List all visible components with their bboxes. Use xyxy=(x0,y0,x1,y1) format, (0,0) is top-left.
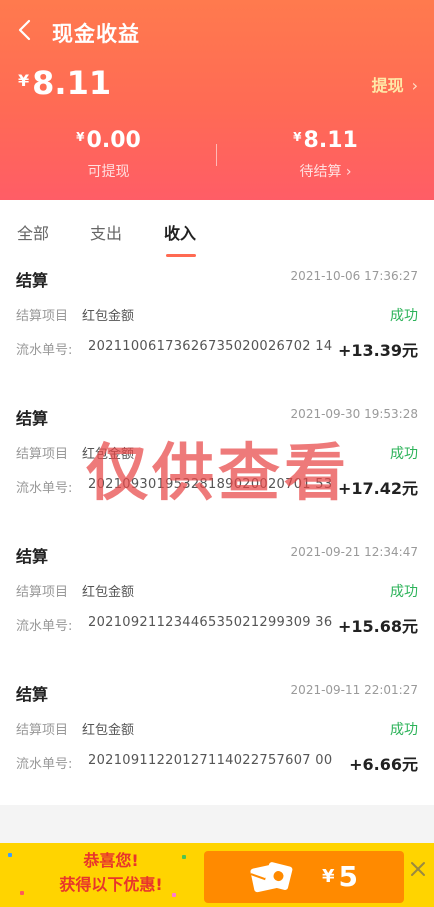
promo-line1: 恭喜您! xyxy=(83,851,139,870)
chevron-right-icon: › xyxy=(341,164,352,180)
record-title: 结算 xyxy=(16,271,49,290)
record-serial: 20210921123446535021299309 36 xyxy=(88,615,333,630)
available-balance: ¥0.00 可提现 xyxy=(0,128,217,181)
promo-line2: 获得以下优惠! xyxy=(59,875,163,894)
withdraw-link[interactable]: 提现 › xyxy=(372,72,418,96)
promo-message: 恭喜您! 获得以下优惠! xyxy=(36,849,186,897)
record-project: 红包金额 xyxy=(82,447,135,462)
record-time: 2021-09-11 22:01:27 xyxy=(290,683,418,697)
record-project-label: 结算项目 xyxy=(16,585,69,600)
pending-balance[interactable]: ¥8.11 待结算 › xyxy=(217,128,434,181)
confetti-decoration xyxy=(20,891,24,895)
record-project-label: 结算项目 xyxy=(16,309,69,324)
withdraw-label: 提现 xyxy=(371,76,404,95)
record-status: 成功 xyxy=(390,446,418,462)
pending-amount: 8.11 xyxy=(303,128,358,153)
record-item[interactable]: 结算 2021-10-06 17:36:27 结算项目 红包金额 成功 流水单号… xyxy=(0,267,434,377)
confetti-decoration xyxy=(8,853,12,857)
earnings-header: 现金收益 ¥8.11 提现 › ¥0.00 可提现 ¥8.11 待结算 › xyxy=(0,0,434,200)
records-panel: 全部 支出 收入 结算 2021-10-06 17:36:27 结算项目 红包金… xyxy=(0,200,434,805)
red-envelope-icon xyxy=(250,862,293,893)
record-serial-label: 流水单号: xyxy=(16,757,73,772)
record-time: 2021-09-30 19:53:28 xyxy=(290,407,418,421)
record-time: 2021-10-06 17:36:27 xyxy=(290,269,418,283)
tab-income[interactable]: 收入 xyxy=(164,220,196,244)
record-project-label: 结算项目 xyxy=(16,447,69,462)
back-button[interactable] xyxy=(16,18,40,44)
record-status: 成功 xyxy=(390,584,418,600)
record-project: 红包金额 xyxy=(82,723,135,738)
available-amount: 0.00 xyxy=(86,128,141,153)
close-button[interactable] xyxy=(408,859,428,879)
record-serial: 20210930195328189020020701 53 xyxy=(88,477,333,492)
chevron-left-icon xyxy=(18,19,31,41)
currency-symbol: ¥ xyxy=(293,130,302,144)
record-time: 2021-09-21 12:34:47 xyxy=(290,545,418,559)
tab-all[interactable]: 全部 xyxy=(17,220,49,244)
record-amount: +15.68元 xyxy=(337,617,418,636)
cash-earnings-page: 现金收益 ¥8.11 提现 › ¥0.00 可提现 ¥8.11 待结算 › 全部 … xyxy=(0,0,434,907)
record-serial-label: 流水单号: xyxy=(16,343,73,358)
record-project-label: 结算项目 xyxy=(16,723,69,738)
record-title: 结算 xyxy=(16,685,49,704)
record-serial: 20211006173626735020026702 14 xyxy=(88,339,333,354)
close-icon xyxy=(411,862,425,876)
coupon-amount: ¥5 xyxy=(322,860,358,893)
filter-tabs: 全部 支出 收入 xyxy=(0,200,434,258)
chevron-right-icon: › xyxy=(411,76,418,95)
page-title: 现金收益 xyxy=(52,22,140,46)
total-earnings: ¥8.11 xyxy=(18,64,111,102)
total-amount: 8.11 xyxy=(32,64,112,102)
tab-expense[interactable]: 支出 xyxy=(90,220,122,244)
currency-symbol: ¥ xyxy=(76,130,85,144)
coupon-value: 5 xyxy=(338,860,359,893)
record-item[interactable]: 结算 2021-09-11 22:01:27 结算项目 红包金额 成功 流水单号… xyxy=(0,681,434,791)
record-serial-label: 流水单号: xyxy=(16,619,73,634)
record-title: 结算 xyxy=(16,547,49,566)
record-item[interactable]: 结算 2021-09-21 12:34:47 结算项目 红包金额 成功 流水单号… xyxy=(0,543,434,653)
promo-banner[interactable]: 恭喜您! 获得以下优惠! ¥5 xyxy=(0,843,434,907)
record-amount: +6.66元 xyxy=(349,755,418,774)
record-project: 红包金额 xyxy=(82,309,135,324)
currency-symbol: ¥ xyxy=(322,866,335,887)
record-status: 成功 xyxy=(390,308,418,324)
record-item[interactable]: 结算 2021-09-30 19:53:28 结算项目 红包金额 成功 流水单号… xyxy=(0,405,434,515)
record-serial: 20210911220127114022757607 00 xyxy=(88,753,333,768)
record-amount: +13.39元 xyxy=(337,341,418,360)
pending-label: 待结算 xyxy=(299,164,342,180)
coupon-button[interactable]: ¥5 xyxy=(204,851,404,903)
record-project: 红包金额 xyxy=(82,585,135,600)
record-serial-label: 流水单号: xyxy=(16,481,73,496)
currency-symbol: ¥ xyxy=(18,71,30,90)
available-label: 可提现 xyxy=(87,164,130,180)
active-tab-indicator xyxy=(166,254,196,257)
record-title: 结算 xyxy=(16,409,49,428)
record-status: 成功 xyxy=(390,722,418,738)
record-amount: +17.42元 xyxy=(337,479,418,498)
